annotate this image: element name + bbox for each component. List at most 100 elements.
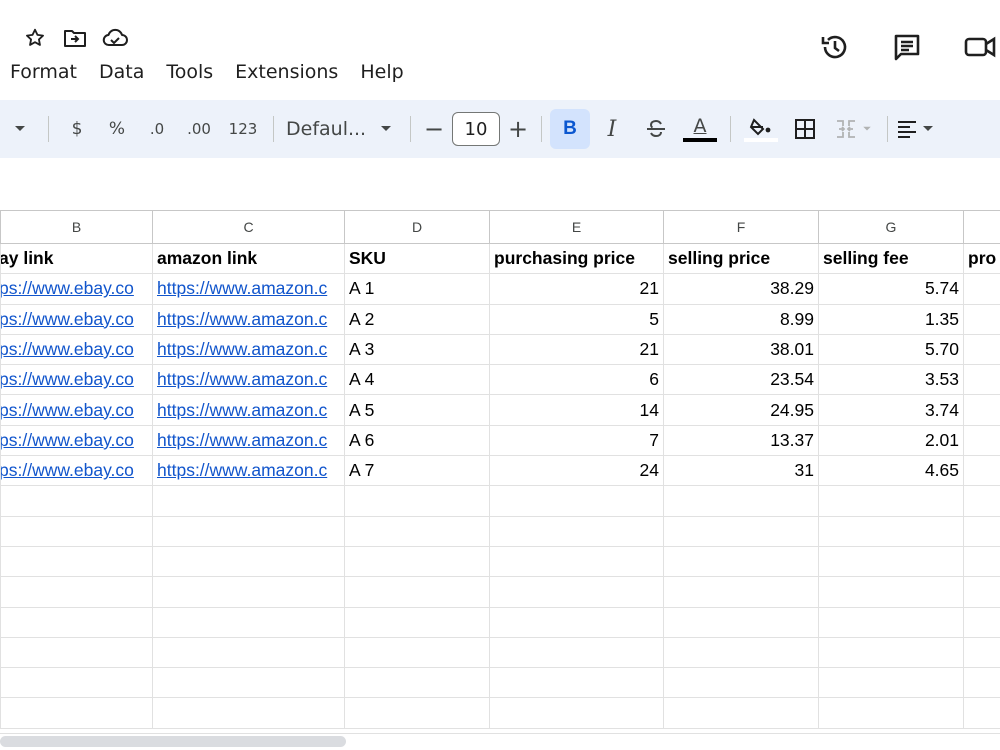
cell[interactable]: 1.35 (818, 303, 964, 335)
cell[interactable] (489, 606, 664, 638)
cell[interactable] (963, 485, 1000, 517)
column-header-c[interactable]: C (152, 210, 345, 244)
cell[interactable]: 23.54 (663, 364, 819, 396)
cell[interactable] (963, 424, 1000, 457)
cell[interactable]: A 4 (344, 364, 490, 396)
cell[interactable]: A 7 (344, 455, 490, 487)
cell[interactable]: A 2 (344, 303, 490, 335)
cell[interactable] (663, 485, 819, 517)
cell[interactable] (344, 697, 490, 729)
cell[interactable] (818, 636, 964, 669)
cell[interactable] (489, 545, 664, 578)
cell[interactable]: pro (963, 242, 1000, 275)
horizontal-scrollbar-thumb[interactable] (0, 736, 346, 747)
cell[interactable]: 8.99 (663, 303, 819, 335)
cell[interactable] (489, 576, 664, 608)
strikethrough-button[interactable] (634, 109, 678, 149)
cell[interactable] (152, 515, 345, 547)
cell[interactable] (818, 515, 964, 547)
more-formats-button[interactable]: 123 (221, 109, 265, 149)
cell[interactable] (963, 273, 1000, 305)
cell[interactable]: https://www.amazon.c (152, 333, 345, 366)
menu-help[interactable]: Help (360, 58, 403, 86)
cell[interactable]: 5.74 (818, 273, 964, 305)
cell[interactable]: https://www.amazon.c (152, 364, 345, 396)
currency-format-button[interactable]: $ (57, 109, 97, 149)
text-color-button[interactable]: A (678, 109, 722, 149)
cell[interactable]: 38.29 (663, 273, 819, 305)
cell[interactable]: 14 (489, 394, 664, 426)
cell[interactable]: 31 (663, 455, 819, 487)
cell[interactable]: https://www.amazon.c (152, 394, 345, 426)
menu-data[interactable]: Data (99, 58, 144, 86)
cell[interactable] (818, 697, 964, 729)
decrease-font-size-button[interactable]: − (419, 109, 449, 149)
cell[interactable] (489, 697, 664, 729)
menu-format[interactable]: Format (10, 58, 77, 86)
cell[interactable] (818, 667, 964, 699)
cell[interactable] (818, 606, 964, 638)
comments-icon[interactable] (890, 30, 924, 64)
increase-font-size-button[interactable]: + (503, 109, 533, 149)
cell[interactable] (0, 606, 153, 638)
cell[interactable] (663, 545, 819, 578)
cell[interactable]: https://www.amazon.c (152, 424, 345, 457)
cell[interactable]: https://www.amazon.c (152, 273, 345, 305)
cell[interactable] (963, 667, 1000, 699)
cell[interactable] (818, 485, 964, 517)
font-size-input[interactable]: 10 (452, 112, 500, 146)
cell[interactable]: 6 (489, 364, 664, 396)
cell[interactable]: ay link (0, 242, 153, 275)
cell[interactable]: purchasing price (489, 242, 664, 275)
cell[interactable] (344, 515, 490, 547)
cell[interactable] (963, 697, 1000, 729)
cell[interactable]: ps://www.ebay.co (0, 394, 153, 426)
version-history-icon[interactable] (818, 30, 852, 64)
cell[interactable]: A 3 (344, 333, 490, 366)
cell[interactable]: 5.70 (818, 333, 964, 366)
menu-extensions[interactable]: Extensions (235, 58, 338, 86)
cell[interactable]: 3.53 (818, 364, 964, 396)
cell[interactable]: selling price (663, 242, 819, 275)
increase-decimal-button[interactable]: .00 (177, 109, 221, 149)
cell[interactable] (152, 545, 345, 578)
cell[interactable] (152, 576, 345, 608)
column-header-h[interactable] (963, 210, 1000, 244)
cell[interactable] (663, 576, 819, 608)
fill-color-button[interactable] (739, 109, 783, 149)
cell[interactable]: 2.01 (818, 424, 964, 457)
cell[interactable] (663, 606, 819, 638)
cell[interactable]: ps://www.ebay.co (0, 455, 153, 487)
cell[interactable] (344, 636, 490, 669)
move-to-folder-icon[interactable] (62, 26, 88, 50)
cell[interactable] (818, 576, 964, 608)
cell[interactable] (963, 333, 1000, 366)
cell[interactable] (663, 636, 819, 669)
cell[interactable] (963, 455, 1000, 487)
cell[interactable] (489, 515, 664, 547)
cell[interactable] (152, 485, 345, 517)
horizontal-align-button[interactable] (896, 109, 946, 149)
cell[interactable] (344, 576, 490, 608)
cell[interactable] (489, 667, 664, 699)
cell[interactable] (344, 545, 490, 578)
cell[interactable] (963, 545, 1000, 578)
cell[interactable] (963, 636, 1000, 669)
cell[interactable] (963, 576, 1000, 608)
cell[interactable]: ps://www.ebay.co (0, 333, 153, 366)
zoom-dropdown-arrow[interactable] (0, 109, 40, 149)
column-header-f[interactable]: F (663, 210, 819, 244)
cell[interactable] (344, 606, 490, 638)
cell[interactable] (344, 485, 490, 517)
cell[interactable]: 3.74 (818, 394, 964, 426)
cell[interactable] (344, 667, 490, 699)
cell[interactable]: ps://www.ebay.co (0, 424, 153, 457)
cell[interactable] (0, 636, 153, 669)
bold-button[interactable]: B (550, 109, 590, 149)
cell[interactable]: A 6 (344, 424, 490, 457)
cell[interactable]: https://www.amazon.c (152, 455, 345, 487)
column-header-d[interactable]: D (344, 210, 490, 244)
meet-camera-icon[interactable] (962, 30, 996, 64)
cell[interactable]: 5 (489, 303, 664, 335)
cell[interactable] (963, 394, 1000, 426)
